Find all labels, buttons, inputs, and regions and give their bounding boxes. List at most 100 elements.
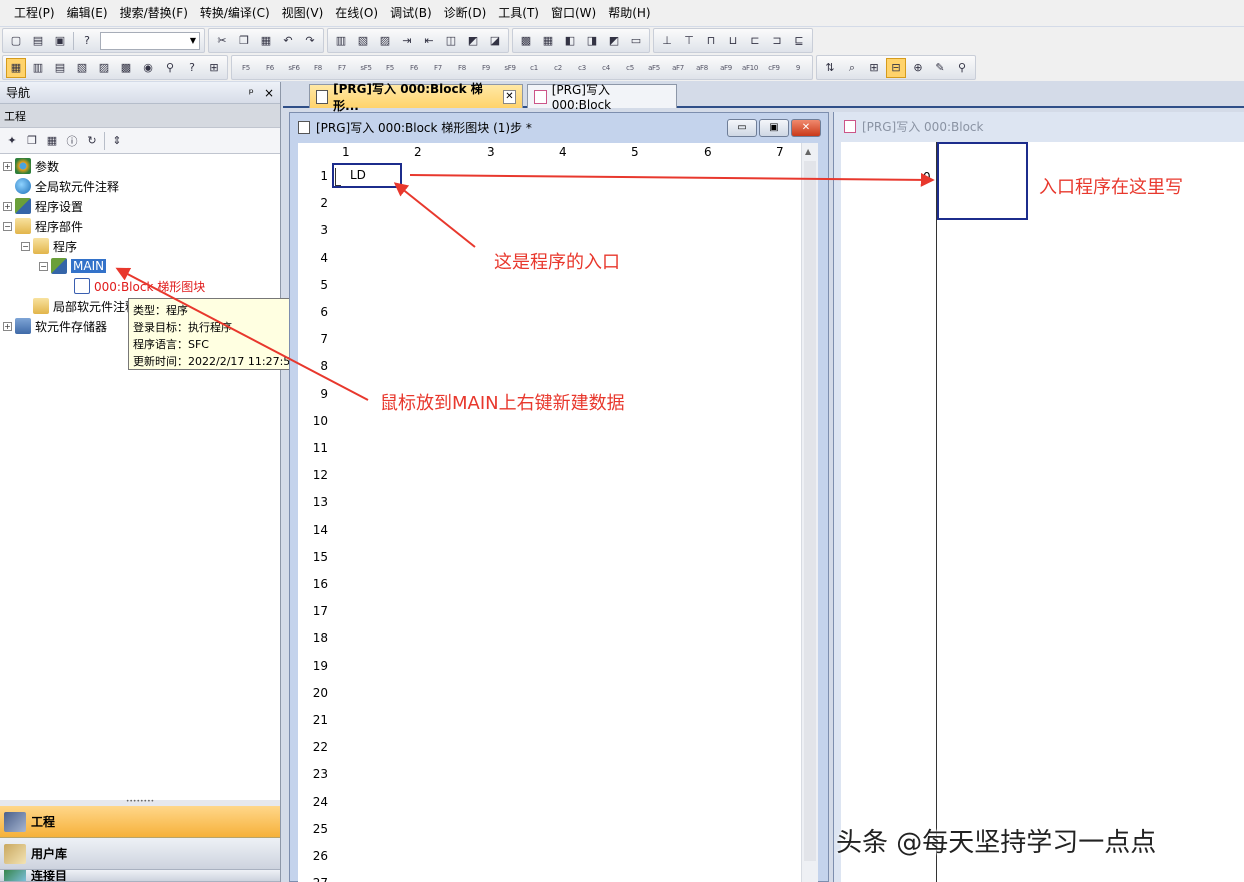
ladder-c-icon[interactable]: ⊓: [701, 31, 721, 51]
ladder-a-icon[interactable]: ⊥: [657, 31, 677, 51]
new-file-icon[interactable]: ▢: [6, 31, 26, 51]
paste-data-icon[interactable]: ▦: [43, 131, 61, 151]
tree-item-program-parts[interactable]: − 程序部件: [3, 216, 83, 236]
collapse-icon[interactable]: −: [21, 241, 30, 251]
navigation-toggle-icon[interactable]: ▦: [6, 57, 26, 78]
redo-icon[interactable]: ↷: [300, 31, 320, 51]
pulse-or-rise-button[interactable]: aF8: [691, 58, 713, 78]
c4-button[interactable]: c4: [595, 58, 617, 78]
binoculars-icon[interactable]: ⊞: [204, 58, 224, 78]
c3-button[interactable]: c3: [571, 58, 593, 78]
contact-nc-button[interactable]: F6: [259, 58, 281, 78]
sfc-initial-step[interactable]: [937, 142, 1028, 220]
vertical-scrollbar[interactable]: ▲: [801, 143, 818, 882]
menu-online[interactable]: 在线(O): [329, 0, 384, 26]
menu-edit[interactable]: 编辑(E): [61, 0, 114, 26]
ladder-b-icon[interactable]: ⊤: [679, 31, 699, 51]
ladder-g-icon[interactable]: ⊑: [789, 31, 809, 51]
dev-comment-icon[interactable]: ▨: [94, 58, 114, 78]
contact-no-button[interactable]: F5: [235, 58, 257, 78]
invert-button[interactable]: aF10: [739, 58, 761, 78]
sfc-editor[interactable]: 0: [841, 142, 1244, 882]
view-icon[interactable]: ◉: [138, 58, 158, 78]
monitor-icon[interactable]: ▧: [353, 31, 373, 51]
help-icon[interactable]: ?: [77, 31, 97, 51]
pulse-rise-button[interactable]: aF5: [643, 58, 665, 78]
coil-button[interactable]: F7: [331, 58, 353, 78]
tree-item-params[interactable]: + 参数: [3, 156, 59, 176]
dev-test-icon[interactable]: ▩: [516, 31, 536, 51]
sim-start-icon[interactable]: ◨: [582, 31, 602, 51]
new-data-icon[interactable]: ✦: [3, 131, 21, 151]
undo-icon[interactable]: ↶: [278, 31, 298, 51]
cf9-button[interactable]: cF9: [763, 58, 785, 78]
restore-button[interactable]: ▣: [759, 118, 789, 137]
search-icon[interactable]: ⚲: [952, 58, 972, 78]
ladder-e-icon[interactable]: ⊏: [745, 31, 765, 51]
dev-batch-icon[interactable]: ▦: [538, 31, 558, 51]
line-draw-button[interactable]: F9: [475, 58, 497, 78]
nav-tab-connection[interactable]: 连接目: [0, 870, 280, 882]
expand-icon[interactable]: +: [3, 201, 12, 211]
instruction-button[interactable]: sF5: [355, 58, 377, 78]
pin-icon[interactable]: ᵖ: [249, 86, 254, 100]
dev-list-icon[interactable]: ▧: [72, 58, 92, 78]
tree-item-local-comments[interactable]: 局部软元件注释: [33, 296, 137, 316]
sim-stop-icon[interactable]: ◩: [604, 31, 624, 51]
menu-debug[interactable]: 调试(B): [384, 0, 438, 26]
paste-icon[interactable]: ▦: [256, 31, 276, 51]
watch-icon[interactable]: ◧: [560, 31, 580, 51]
tab-close-icon[interactable]: ✕: [502, 89, 517, 104]
ladder-d-icon[interactable]: ⊔: [723, 31, 743, 51]
tree-item-program[interactable]: − 程序: [21, 236, 77, 256]
menu-tools[interactable]: 工具(T): [492, 0, 545, 26]
c2-button[interactable]: c2: [547, 58, 569, 78]
cut-icon[interactable]: ✂: [212, 31, 232, 51]
expand-icon[interactable]: +: [3, 161, 12, 171]
menu-project[interactable]: 工程(P): [8, 0, 61, 26]
property-icon[interactable]: ⓘ: [63, 131, 81, 151]
line-del-button[interactable]: F7: [427, 58, 449, 78]
line-vdel-button[interactable]: F8: [451, 58, 473, 78]
menu-window[interactable]: 窗口(W): [545, 0, 602, 26]
output-icon[interactable]: ▤: [50, 58, 70, 78]
edit-icon[interactable]: ✎: [930, 58, 950, 78]
copy-data-icon[interactable]: ❐: [23, 131, 41, 151]
line-v-button[interactable]: F6: [403, 58, 425, 78]
copy-icon[interactable]: ❐: [234, 31, 254, 51]
menu-search-replace[interactable]: 搜索/替换(F): [114, 0, 194, 26]
toolbar-combo[interactable]: ▼: [100, 31, 200, 50]
refresh-icon[interactable]: ↻: [83, 131, 101, 151]
c1-button[interactable]: c1: [523, 58, 545, 78]
doc-tab-sfc[interactable]: [PRG]写入 000:Block: [527, 83, 677, 112]
ladder-mode-icon[interactable]: ⊟: [886, 57, 906, 78]
open-folder-icon[interactable]: ▤: [28, 31, 48, 51]
contact-ornc-button[interactable]: F8: [307, 58, 329, 78]
scroll-up-icon[interactable]: ▲: [805, 147, 811, 156]
device-icon[interactable]: ▥: [331, 31, 351, 51]
menu-view[interactable]: 视图(V): [276, 0, 330, 26]
ladder-f-icon[interactable]: ⊐: [767, 31, 787, 51]
menu-convert-compile[interactable]: 转换/编译(C): [194, 0, 276, 26]
menu-diagnostics[interactable]: 诊断(D): [438, 0, 493, 26]
nav-tab-project[interactable]: 工程: [0, 806, 280, 838]
write-plc-icon[interactable]: ⇥: [397, 31, 417, 51]
tree-item-program-settings[interactable]: + 程序设置: [3, 196, 83, 216]
display-icon[interactable]: ▭: [626, 31, 646, 51]
monitor-stop-icon[interactable]: ▨: [375, 31, 395, 51]
save-icon[interactable]: ▣: [50, 31, 70, 51]
find-icon[interactable]: ⌕: [842, 58, 862, 78]
zoom-in-icon[interactable]: ⊕: [908, 58, 928, 78]
expand-icon[interactable]: +: [3, 321, 12, 331]
tree-item-main[interactable]: − MAIN: [39, 256, 107, 276]
line-erase-button[interactable]: sF9: [499, 58, 521, 78]
grid-icon[interactable]: ⊞: [864, 58, 884, 78]
ladder-cursor[interactable]: [332, 163, 402, 188]
sort-tree-icon[interactable]: ⇕: [108, 131, 126, 151]
tree-item-block[interactable]: 000:Block 梯形图块: [74, 276, 205, 296]
key-9-button[interactable]: 9: [787, 58, 809, 78]
zoom-icon[interactable]: ⚲: [160, 58, 180, 78]
doc-tab-ladder[interactable]: [PRG]写入 000:Block 梯形... ✕: [309, 82, 523, 113]
c5-button[interactable]: c5: [619, 58, 641, 78]
pulse-fall-button[interactable]: aF7: [667, 58, 689, 78]
